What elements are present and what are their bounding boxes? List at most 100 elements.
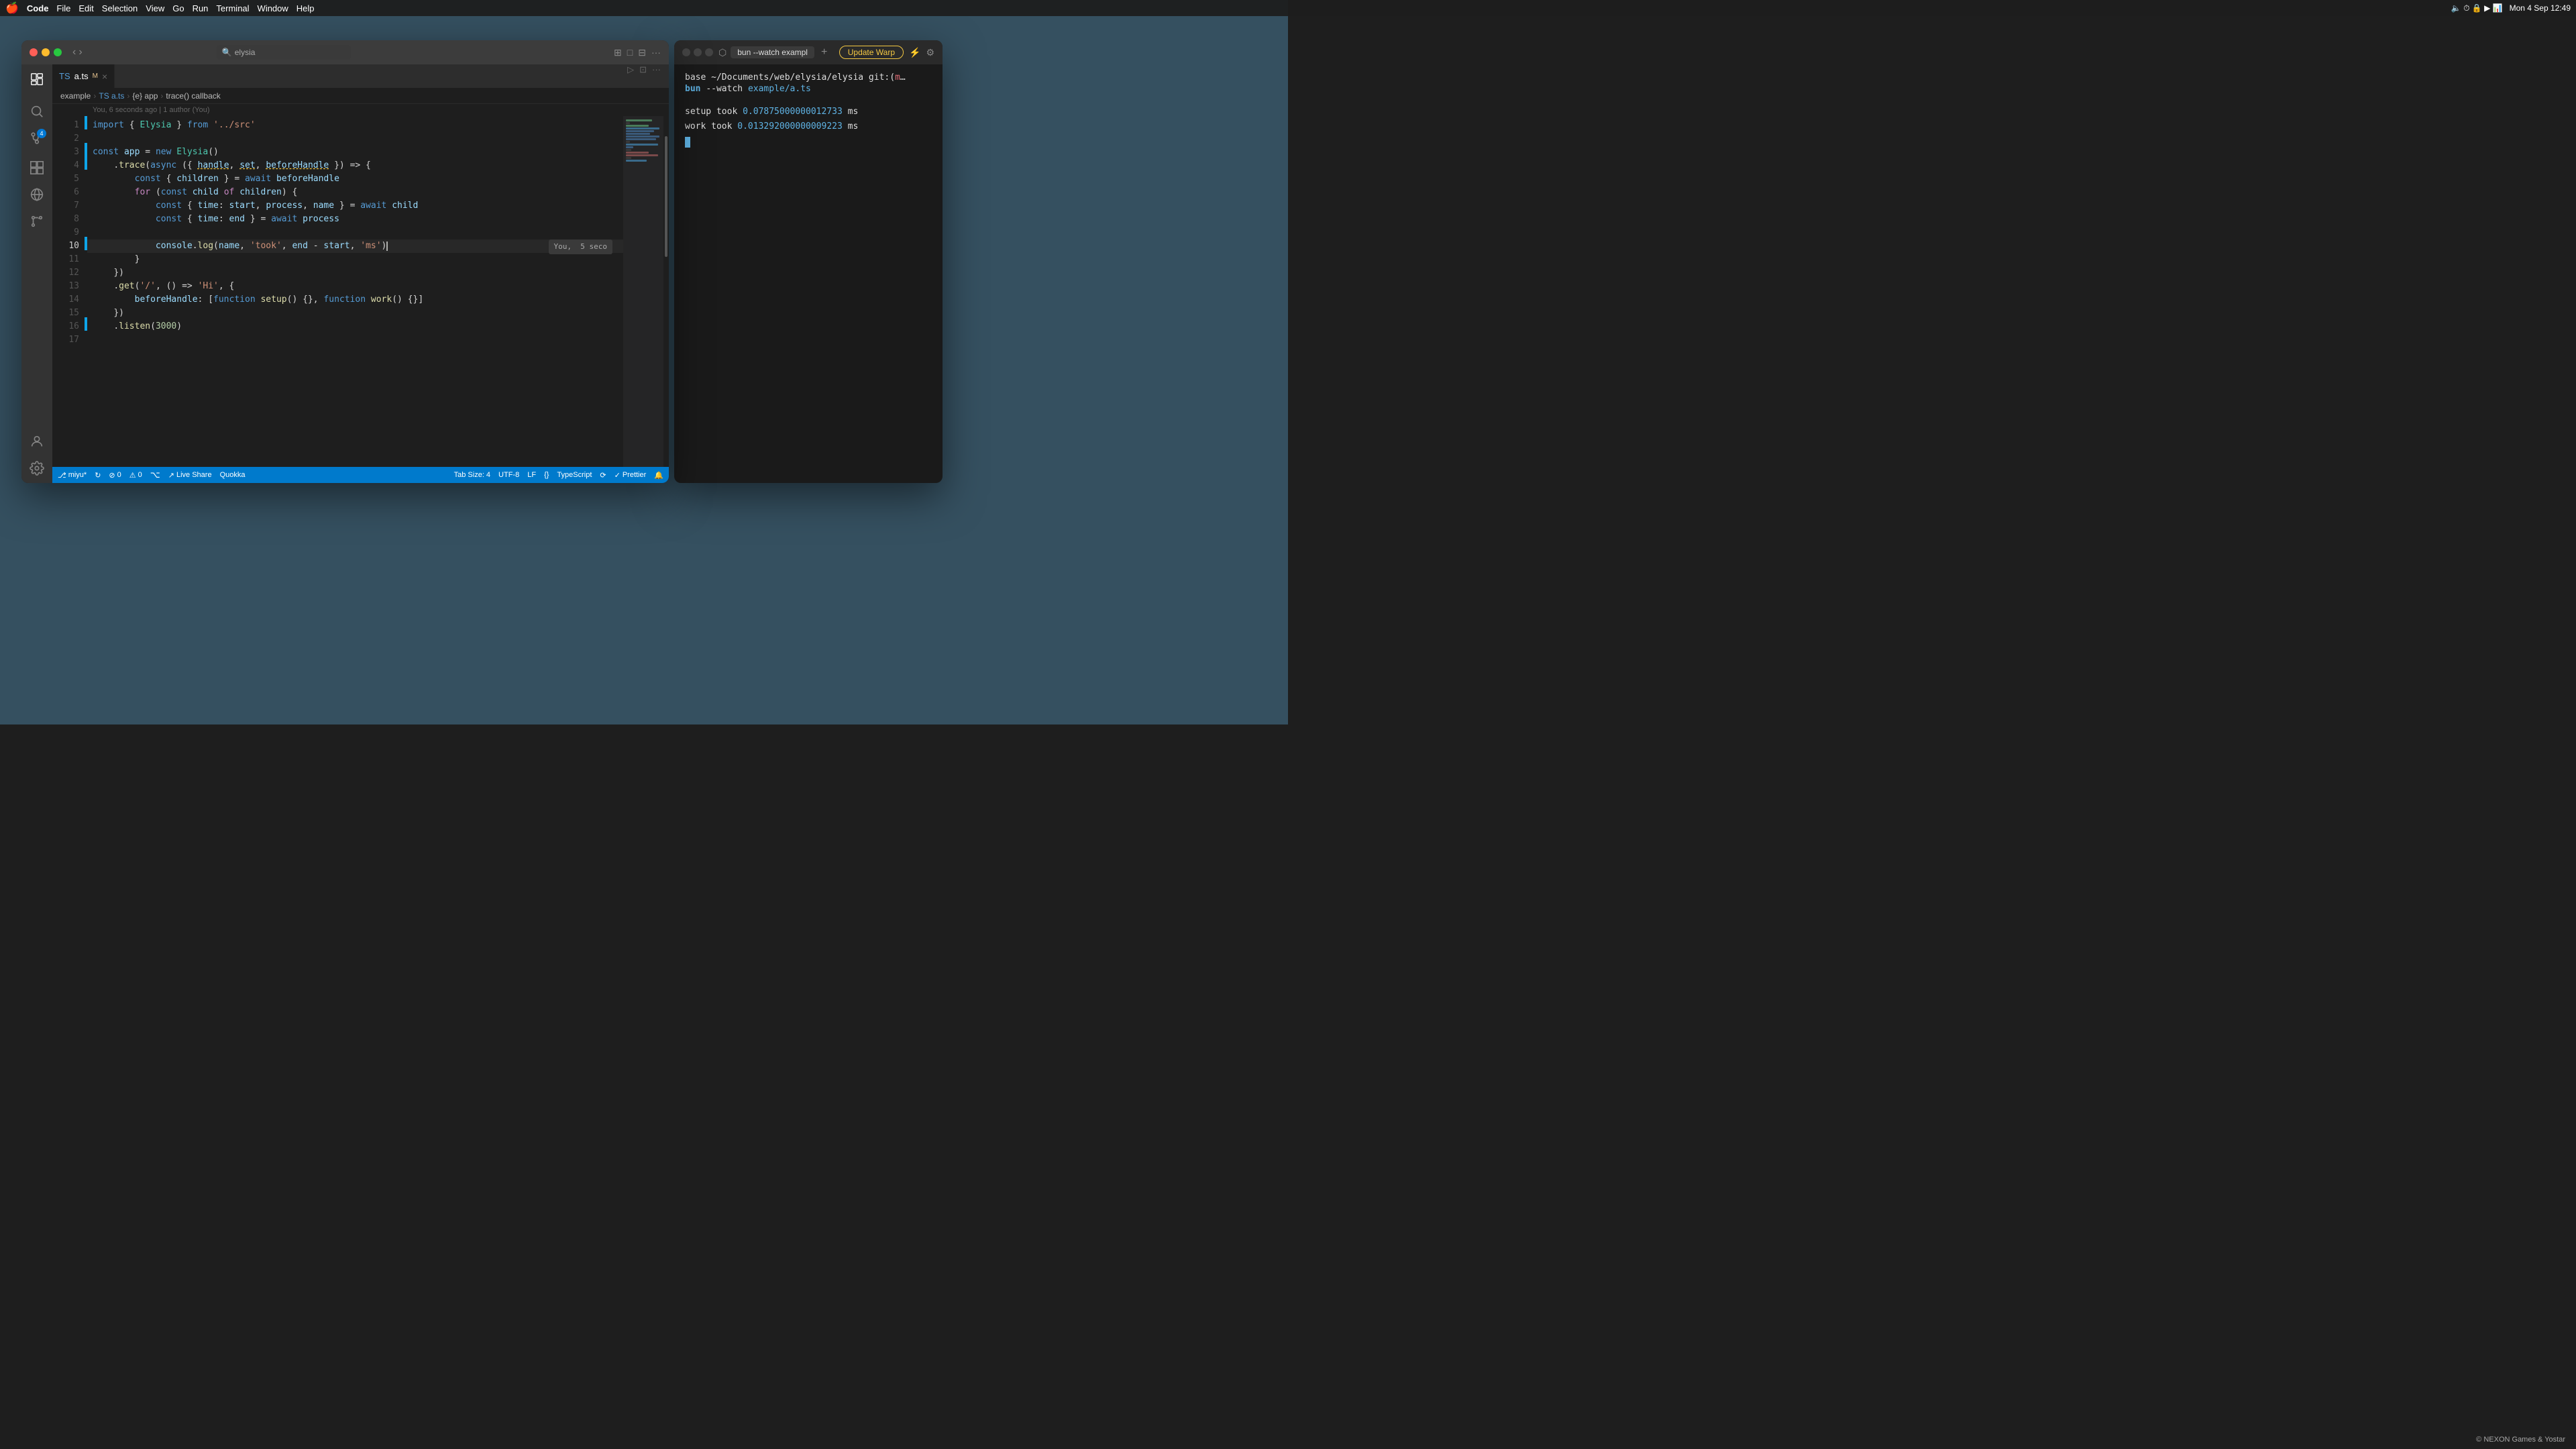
sidebar-item-git[interactable] xyxy=(25,209,49,233)
sync-button[interactable]: ↻ xyxy=(95,471,101,480)
menu-view[interactable]: View xyxy=(146,3,164,13)
warp-work-value: 0.013292000000009223 xyxy=(737,121,843,131)
apple-icon[interactable]: 🍎 xyxy=(5,1,19,15)
warp-work-label: work took xyxy=(685,121,737,131)
close-button[interactable] xyxy=(30,48,38,56)
minimap-line-13 xyxy=(626,152,649,154)
git-branch[interactable]: ⎇ miyu* xyxy=(58,471,87,480)
menu-file[interactable]: File xyxy=(56,3,70,13)
warp-new-tab[interactable]: + xyxy=(821,46,827,58)
breadcrumb-trace[interactable]: trace() callback xyxy=(166,91,220,101)
split-editor-icon[interactable]: ⊞ xyxy=(614,47,622,58)
back-button[interactable]: ‹ xyxy=(72,46,76,58)
error-icon: ⊘ xyxy=(109,471,115,480)
line-num-2: 2 xyxy=(52,132,79,146)
warp-panel: ⬡ bun --watch exampl + Update Warp ⚡ ⚙ b… xyxy=(674,40,943,483)
warp-branch: m xyxy=(895,72,900,83)
tab-close-button[interactable]: × xyxy=(102,71,107,82)
warp-minimize[interactable] xyxy=(694,48,702,56)
language-mode[interactable]: TypeScript xyxy=(557,471,592,480)
tab-size[interactable]: Tab Size: 4 xyxy=(454,471,490,480)
format-icon[interactable]: ⟳ xyxy=(600,471,606,480)
search-bar[interactable]: 🔍 elysia xyxy=(217,45,351,60)
menu-terminal[interactable]: Terminal xyxy=(216,3,249,13)
terminal-icon[interactable]: ⌥ xyxy=(150,470,160,480)
quokka[interactable]: Quokka xyxy=(220,471,246,479)
sidebar-item-remote[interactable] xyxy=(25,182,49,207)
ts-icon: TS xyxy=(59,71,70,81)
warp-lightning-icon[interactable]: ⚡ xyxy=(909,47,920,58)
menu-selection[interactable]: Selection xyxy=(102,3,138,13)
run-icon[interactable]: ▷ xyxy=(627,64,634,88)
more-icon[interactable]: ··· xyxy=(651,47,661,58)
forward-button[interactable]: › xyxy=(78,46,82,58)
sidebar-item-settings[interactable] xyxy=(25,456,49,480)
breadcrumb-file[interactable]: TS a.ts xyxy=(99,91,124,101)
vscode-window: ‹ › 🔍 elysia ⊞ □ ⊟ ··· xyxy=(21,40,669,483)
curly-braces-icon[interactable]: {} xyxy=(544,471,549,480)
vertical-scrollbar[interactable] xyxy=(663,116,669,467)
sidebar-item-source-control[interactable]: 4 xyxy=(25,126,49,150)
warp-actions: ⚡ ⚙ xyxy=(909,47,934,58)
split-icon[interactable]: ⊡ xyxy=(639,64,647,88)
scrollbar-thumb[interactable] xyxy=(665,136,667,257)
errors[interactable]: ⊘ 0 xyxy=(109,471,121,480)
warp-cmd-line: bun --watch example/a.ts xyxy=(685,84,932,94)
sidebar-item-extensions[interactable] xyxy=(25,156,49,180)
layout-icon[interactable]: ⊟ xyxy=(638,47,646,58)
code-line-5: const { children } = await beforeHandle xyxy=(87,172,623,186)
code-editor[interactable]: 1 2 3 4 5 6 7 8 9 10 11 12 13 14 xyxy=(52,116,669,467)
warp-tab-icon: ⬡ xyxy=(718,47,727,58)
minimap-line-1 xyxy=(626,119,652,121)
menu-edit[interactable]: Edit xyxy=(78,3,93,13)
code-line-9 xyxy=(87,226,623,239)
breadcrumb: example › TS a.ts › {e} app › trace() ca… xyxy=(52,88,669,104)
menu-help[interactable]: Help xyxy=(297,3,315,13)
sync-icon: ↻ xyxy=(95,471,101,480)
breadcrumb-example[interactable]: example xyxy=(60,91,91,101)
tab-a-ts[interactable]: TS a.ts M × xyxy=(52,64,115,88)
code-line-16: .listen(3000) xyxy=(87,320,623,333)
line-num-10: 10 xyxy=(52,239,79,253)
tab-bar: TS a.ts M × ▷ ⊡ ··· xyxy=(52,64,669,88)
minimap-line-12 xyxy=(626,149,631,151)
line-num-7: 7 xyxy=(52,199,79,213)
code-content[interactable]: import { Elysia } from '../src' const ap… xyxy=(87,116,623,467)
notifications[interactable]: 🔔 xyxy=(654,471,663,480)
live-share[interactable]: ↗ Live Share xyxy=(168,471,212,480)
source-control-badge: 4 xyxy=(37,129,46,138)
warp-work-unit: ms xyxy=(843,121,858,131)
eol[interactable]: LF xyxy=(527,471,536,480)
prettier[interactable]: ✓ Prettier xyxy=(614,471,647,480)
warp-tab-label[interactable]: bun --watch exampl xyxy=(731,46,814,58)
sidebar-item-search[interactable] xyxy=(25,99,49,123)
sidebar-item-explorer[interactable] xyxy=(25,67,49,91)
line-num-12: 12 xyxy=(52,266,79,280)
sidebar-item-account[interactable] xyxy=(25,429,49,453)
warp-maximize[interactable] xyxy=(705,48,713,56)
encoding[interactable]: UTF-8 xyxy=(498,471,519,480)
traffic-lights xyxy=(30,48,62,56)
main-container: ‹ › 🔍 elysia ⊞ □ ⊟ ··· xyxy=(0,0,1288,724)
line-num-15: 15 xyxy=(52,307,79,320)
minimize-button[interactable] xyxy=(42,48,50,56)
menu-run[interactable]: Run xyxy=(193,3,209,13)
app-name[interactable]: Code xyxy=(27,3,49,13)
line-num-3: 3 xyxy=(52,146,79,159)
minimap-line-16 xyxy=(626,160,647,162)
line-num-9: 9 xyxy=(52,226,79,239)
warp-settings-icon[interactable]: ⚙ xyxy=(926,47,934,58)
maximize-button[interactable] xyxy=(54,48,62,56)
more-actions-icon[interactable]: ··· xyxy=(652,64,661,88)
menu-go[interactable]: Go xyxy=(172,3,184,13)
maximize-panel-icon[interactable]: □ xyxy=(627,47,633,58)
encoding-label: UTF-8 xyxy=(498,471,519,479)
warp-close[interactable] xyxy=(682,48,690,56)
tab-spacer xyxy=(115,64,619,88)
update-warp-button[interactable]: Update Warp xyxy=(839,46,904,59)
warp-cmd-file: example/a.ts xyxy=(748,84,811,94)
menu-window[interactable]: Window xyxy=(258,3,288,13)
prettier-label: Prettier xyxy=(623,471,646,479)
breadcrumb-app[interactable]: {e} app xyxy=(132,91,158,101)
warnings[interactable]: ⚠ 0 xyxy=(129,471,142,480)
